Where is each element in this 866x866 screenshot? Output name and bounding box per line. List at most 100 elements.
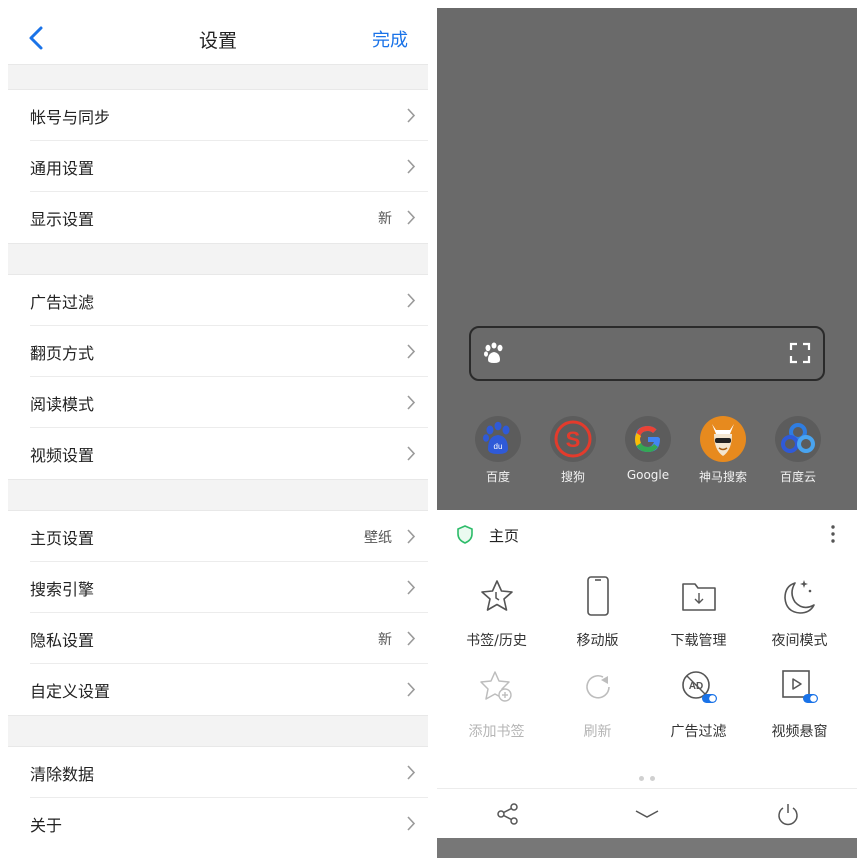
bookmark-history-icon bbox=[480, 580, 513, 611]
row-label: 显示设置 bbox=[30, 210, 95, 229]
new-badge: 新 bbox=[378, 632, 392, 648]
settings-row-video[interactable]: 视频设置 bbox=[8, 428, 428, 479]
menu-item-label: 添加书签 bbox=[468, 724, 525, 740]
chevron-right-icon bbox=[407, 293, 416, 308]
ad-filter-icon: AD bbox=[681, 671, 717, 703]
settings-row-custom[interactable]: 自定义设置 bbox=[8, 664, 428, 715]
chevron-right-icon bbox=[407, 580, 416, 595]
settings-row-general[interactable]: 通用设置 bbox=[8, 141, 428, 192]
bottom-toolbar bbox=[437, 788, 857, 838]
menu-item-label: 视频悬窗 bbox=[771, 724, 828, 740]
menu-item-label: 夜间模式 bbox=[771, 633, 828, 649]
row-label: 广告过滤 bbox=[30, 293, 95, 312]
menu-header-title: 主页 bbox=[489, 527, 520, 545]
settings-row-search-engine[interactable]: 搜索引擎 bbox=[8, 562, 428, 613]
row-label: 翻页方式 bbox=[30, 344, 95, 363]
new-badge: 新 bbox=[378, 211, 392, 227]
quick-link-label: Google bbox=[626, 468, 670, 482]
collapse-chevron-icon[interactable] bbox=[635, 802, 659, 826]
row-label: 搜索引擎 bbox=[30, 580, 95, 599]
quick-link-label: 神马搜索 bbox=[698, 470, 747, 484]
settings-row-account-sync[interactable]: 帐号与同步 bbox=[8, 90, 428, 141]
chevron-right-icon bbox=[407, 344, 416, 359]
settings-row-reading-mode[interactable]: 阅读模式 bbox=[8, 377, 428, 428]
quick-link-baidu-cloud[interactable]: 百度云 bbox=[768, 416, 828, 485]
menu-item-label: 移动版 bbox=[576, 633, 619, 649]
power-icon[interactable] bbox=[776, 802, 800, 826]
chevron-right-icon bbox=[407, 631, 416, 646]
chevron-right-icon bbox=[407, 446, 416, 461]
menu-item-label: 书签/历史 bbox=[466, 633, 527, 649]
menu-mobile-version[interactable]: 移动版 bbox=[545, 574, 650, 650]
menu-sheet: 主页 书签/历史 移动版 下载管理 夜间模式 添加书签 刷新 AD 广告过滤 视… bbox=[437, 510, 857, 838]
baidu-cloud-icon bbox=[775, 416, 821, 462]
chevron-right-icon bbox=[407, 529, 416, 544]
more-vertical-icon[interactable] bbox=[829, 524, 837, 544]
baidu-paw-icon bbox=[484, 342, 503, 363]
done-button[interactable]: 完成 bbox=[372, 26, 408, 52]
video-float-icon bbox=[781, 670, 818, 703]
row-label: 帐号与同步 bbox=[30, 108, 111, 127]
quick-link-baidu[interactable]: du 百度 bbox=[468, 416, 528, 485]
page-title: 设置 bbox=[198, 30, 237, 52]
settings-row-homepage[interactable]: 主页设置 壁纸 bbox=[8, 511, 428, 562]
settings-row-clear-data[interactable]: 清除数据 bbox=[8, 747, 428, 798]
menu-download-manager[interactable]: 下载管理 bbox=[646, 574, 751, 650]
settings-row-about[interactable]: 关于 bbox=[8, 798, 428, 849]
share-icon[interactable] bbox=[496, 802, 520, 826]
settings-row-page-turn[interactable]: 翻页方式 bbox=[8, 326, 428, 377]
page-indicator bbox=[437, 766, 857, 785]
baidu-icon: du bbox=[475, 416, 521, 462]
row-label: 通用设置 bbox=[30, 159, 95, 178]
quick-link-shenma[interactable]: 神马搜索 bbox=[693, 416, 753, 485]
svg-text:du: du bbox=[494, 442, 503, 451]
add-bookmark-icon bbox=[479, 671, 512, 702]
quick-link-label: 百度云 bbox=[779, 470, 816, 484]
row-label: 阅读模式 bbox=[30, 395, 95, 414]
shenma-icon bbox=[700, 416, 746, 462]
menu-add-bookmark[interactable]: 添加书签 bbox=[444, 665, 549, 741]
shield-icon bbox=[457, 525, 473, 544]
section-divider bbox=[8, 64, 428, 90]
settings-row-ad-filter[interactable]: 广告过滤 bbox=[8, 275, 428, 326]
section-divider bbox=[8, 243, 428, 275]
chevron-right-icon bbox=[407, 816, 416, 831]
settings-top-bar: 设置 完成 bbox=[8, 8, 428, 68]
menu-header: 主页 bbox=[437, 510, 857, 560]
mobile-icon bbox=[586, 576, 609, 616]
row-label: 视频设置 bbox=[30, 446, 95, 465]
chevron-right-icon bbox=[407, 682, 416, 697]
wallpaper-value: 壁纸 bbox=[364, 530, 392, 546]
menu-night-mode[interactable]: 夜间模式 bbox=[747, 574, 852, 650]
menu-item-label: 下载管理 bbox=[670, 633, 727, 649]
quick-link-label: 百度 bbox=[485, 470, 510, 484]
quick-link-label: 搜狗 bbox=[560, 470, 585, 484]
chevron-right-icon bbox=[407, 210, 416, 225]
scan-icon[interactable] bbox=[789, 342, 811, 364]
chevron-right-icon bbox=[407, 159, 416, 174]
menu-item-label: 广告过滤 bbox=[670, 724, 727, 740]
sogou-icon: S bbox=[550, 416, 596, 462]
menu-video-float[interactable]: 视频悬窗 bbox=[747, 665, 852, 741]
row-label: 隐私设置 bbox=[30, 631, 95, 650]
quick-link-sogou[interactable]: S 搜狗 bbox=[543, 416, 603, 485]
section-divider bbox=[8, 715, 428, 747]
menu-bookmarks-history[interactable]: 书签/历史 bbox=[444, 574, 549, 650]
svg-text:AD: AD bbox=[688, 681, 702, 692]
settings-row-privacy[interactable]: 隐私设置 新 bbox=[8, 613, 428, 664]
settings-row-display[interactable]: 显示设置 新 bbox=[8, 192, 428, 243]
menu-ad-filter[interactable]: AD 广告过滤 bbox=[646, 665, 751, 741]
chevron-right-icon bbox=[407, 765, 416, 780]
section-divider bbox=[8, 479, 428, 511]
row-label: 自定义设置 bbox=[30, 682, 111, 701]
quick-link-google[interactable]: Google bbox=[618, 416, 678, 482]
google-icon bbox=[625, 416, 671, 462]
menu-item-label: 刷新 bbox=[583, 724, 612, 740]
row-label: 关于 bbox=[30, 816, 63, 835]
browser-panel: du 百度 S 搜狗 Google 神马搜索 百度云 主页 书签/历史 移动版 … bbox=[437, 8, 857, 858]
search-box[interactable] bbox=[469, 326, 825, 381]
chevron-right-icon bbox=[407, 395, 416, 410]
settings-panel: 设置 完成 帐号与同步 通用设置 显示设置 新 广告过滤 翻页方式 阅读模式 视… bbox=[8, 8, 428, 858]
menu-refresh[interactable]: 刷新 bbox=[545, 665, 650, 741]
svg-text:S: S bbox=[566, 427, 581, 452]
